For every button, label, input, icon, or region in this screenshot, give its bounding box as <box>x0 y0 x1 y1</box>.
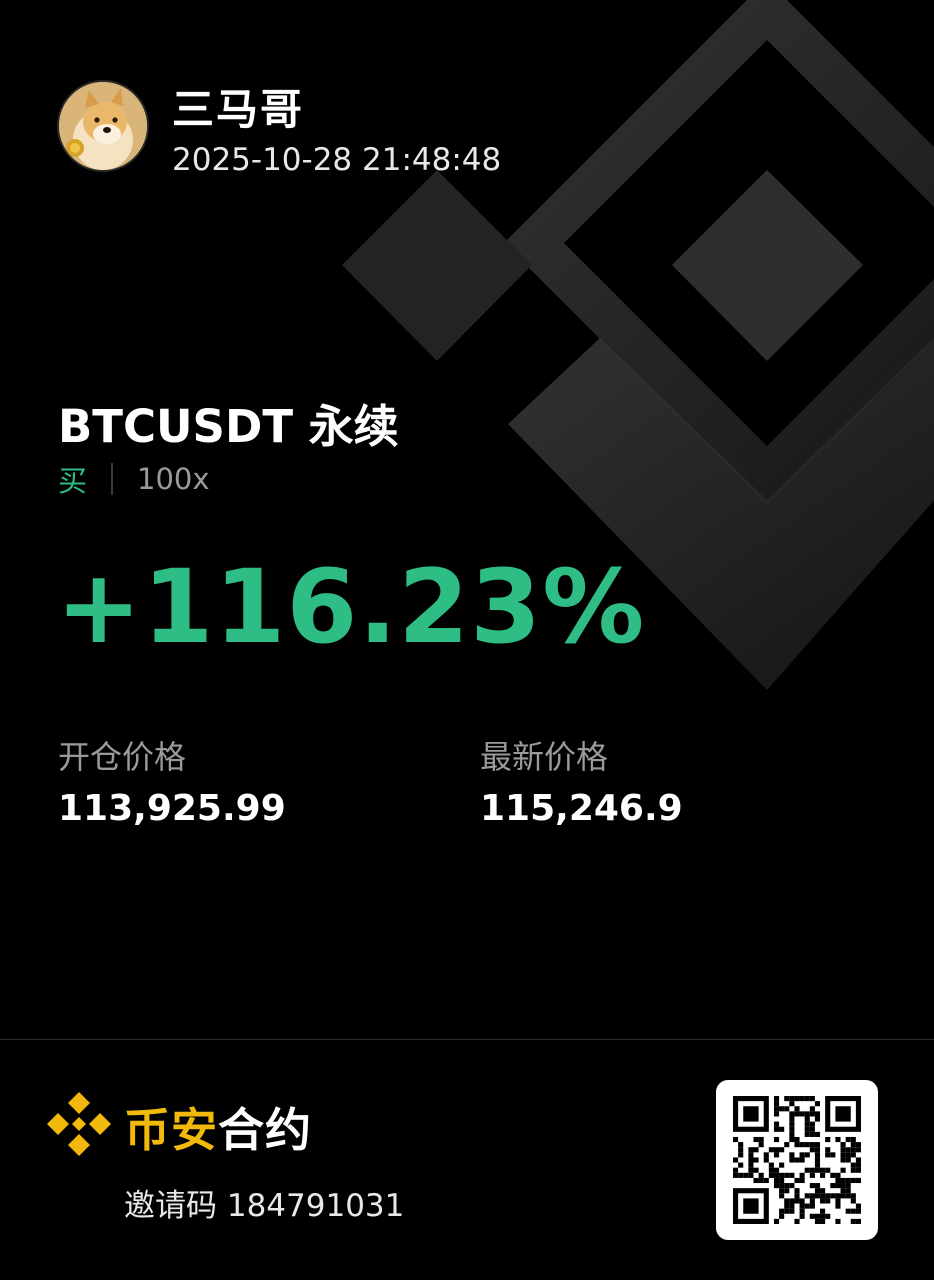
timestamp: 2025-10-28 21:48:48 <box>172 142 502 178</box>
position-side: 买 <box>58 464 88 498</box>
username: 三马哥 <box>172 85 305 134</box>
invite-code: 邀请码 184791031 <box>124 1188 405 1224</box>
qr-code-icon <box>733 1096 861 1224</box>
footer-divider <box>0 1039 934 1040</box>
share-card: 三马哥 2025-10-28 21:48:48 BTCUSDT 永续 买 100… <box>0 0 934 1280</box>
avatar <box>57 80 149 172</box>
latest-price-label: 最新价格 <box>480 738 609 776</box>
position-meta: 买 100x <box>58 458 210 500</box>
qr-code[interactable] <box>716 1080 878 1240</box>
brand-name-part1: 币安 <box>124 1103 218 1157</box>
pnl-percentage: +116.23% <box>56 548 646 667</box>
leverage: 100x <box>137 462 210 496</box>
trading-pair: BTCUSDT 永续 <box>58 400 399 453</box>
entry-price-value: 113,925.99 <box>58 788 286 829</box>
entry-price-label: 开仓价格 <box>58 738 187 776</box>
latest-price-value: 115,246.9 <box>480 788 683 829</box>
separator <box>111 463 114 495</box>
brand-name-part2: 合约 <box>218 1103 312 1157</box>
brand-name: 币安合约 <box>124 1094 312 1160</box>
doge-avatar-icon <box>59 82 147 170</box>
binance-logo-icon <box>47 1092 111 1156</box>
